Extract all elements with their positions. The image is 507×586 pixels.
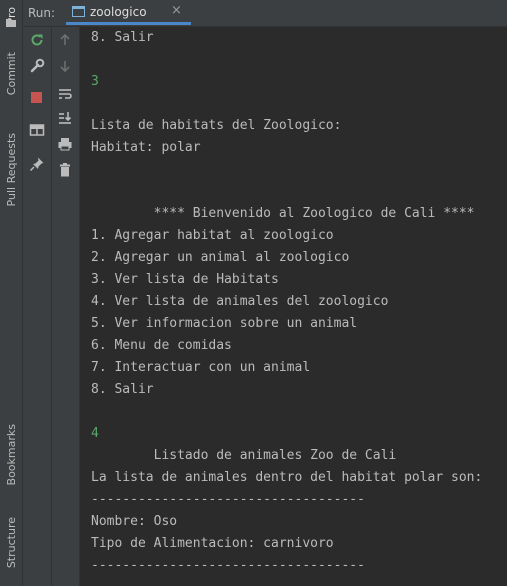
structure-tab[interactable]: Structure bbox=[0, 505, 22, 580]
folder-icon bbox=[0, 16, 22, 28]
soft-wrap-icon[interactable] bbox=[57, 86, 73, 102]
structure-tab-label: Structure bbox=[4, 516, 18, 569]
console-input-line: 4 bbox=[91, 426, 99, 441]
bookmarks-tab-label: Bookmarks bbox=[4, 424, 18, 486]
console-line: Nombre: Oso bbox=[91, 514, 178, 529]
tab-zoologico-label: zoologico bbox=[90, 5, 147, 19]
console-line: 8. Salir bbox=[91, 382, 154, 397]
console-line: 5. Ver informacion sobre un animal bbox=[91, 316, 358, 331]
console-line: Tipo de Alimentacion: carnivoro bbox=[91, 536, 334, 551]
pin-icon[interactable] bbox=[29, 156, 45, 172]
console-line: 6. Menu de comidas bbox=[91, 338, 232, 353]
run-header-bar: Run: zoologico × bbox=[23, 0, 507, 27]
trash-icon[interactable] bbox=[57, 162, 73, 178]
console-line: ----------------------------------- bbox=[91, 492, 365, 507]
arrow-down-icon[interactable] bbox=[57, 58, 73, 74]
pull-requests-tab[interactable]: Pull Requests bbox=[0, 120, 22, 220]
console-line: 7. Interactuar con un animal bbox=[91, 360, 311, 375]
console-toolbar bbox=[52, 27, 80, 586]
run-toolbar bbox=[23, 27, 52, 586]
rerun-icon[interactable] bbox=[29, 32, 45, 48]
console-line: 1. Agregar habitat al zoologico bbox=[91, 228, 334, 243]
scroll-to-end-icon[interactable] bbox=[57, 110, 73, 126]
print-icon[interactable] bbox=[57, 136, 73, 152]
console-line: 8. Salir bbox=[91, 30, 154, 45]
tab-zoologico[interactable]: zoologico × bbox=[66, 0, 191, 25]
layout-icon[interactable] bbox=[29, 122, 45, 138]
console-line: Habitat: polar bbox=[91, 140, 201, 155]
console-line: Lista de habitats del Zoologico: bbox=[91, 118, 342, 133]
console-line: 4. Ver lista de animales del zoologico bbox=[91, 294, 389, 309]
bookmarks-tab[interactable]: Bookmarks bbox=[0, 415, 22, 495]
commit-tab[interactable]: Commit bbox=[0, 36, 22, 112]
pull-requests-tab-label: Pull Requests bbox=[4, 133, 18, 207]
commit-tab-label: Commit bbox=[4, 52, 18, 96]
arrow-up-icon[interactable] bbox=[57, 32, 73, 48]
console-line: 3. Ver lista de Habitats bbox=[91, 272, 279, 287]
console-output[interactable]: 8. Salir 3 Lista de habitats del Zoologico… bbox=[91, 29, 507, 586]
console-line: 2. Agregar un animal al zoologico bbox=[91, 250, 350, 265]
console-line: ----------------------------------- bbox=[91, 558, 365, 573]
wrench-icon[interactable] bbox=[29, 58, 45, 74]
run-label: Run: bbox=[28, 6, 56, 20]
console-line: Listado de animales Zoo de Cali bbox=[91, 448, 397, 463]
close-tab-icon[interactable]: × bbox=[171, 3, 182, 18]
left-tool-strip: Pro Commit Pull Requests Bookmarks Struc… bbox=[0, 0, 23, 586]
stop-icon[interactable] bbox=[29, 90, 45, 106]
application-icon bbox=[72, 6, 85, 17]
console-input-line: 3 bbox=[91, 74, 99, 89]
console-line: **** Bienvenido al Zoologico de Cali ***… bbox=[91, 206, 475, 221]
console-line: La lista de animales dentro del habitat … bbox=[91, 470, 483, 485]
